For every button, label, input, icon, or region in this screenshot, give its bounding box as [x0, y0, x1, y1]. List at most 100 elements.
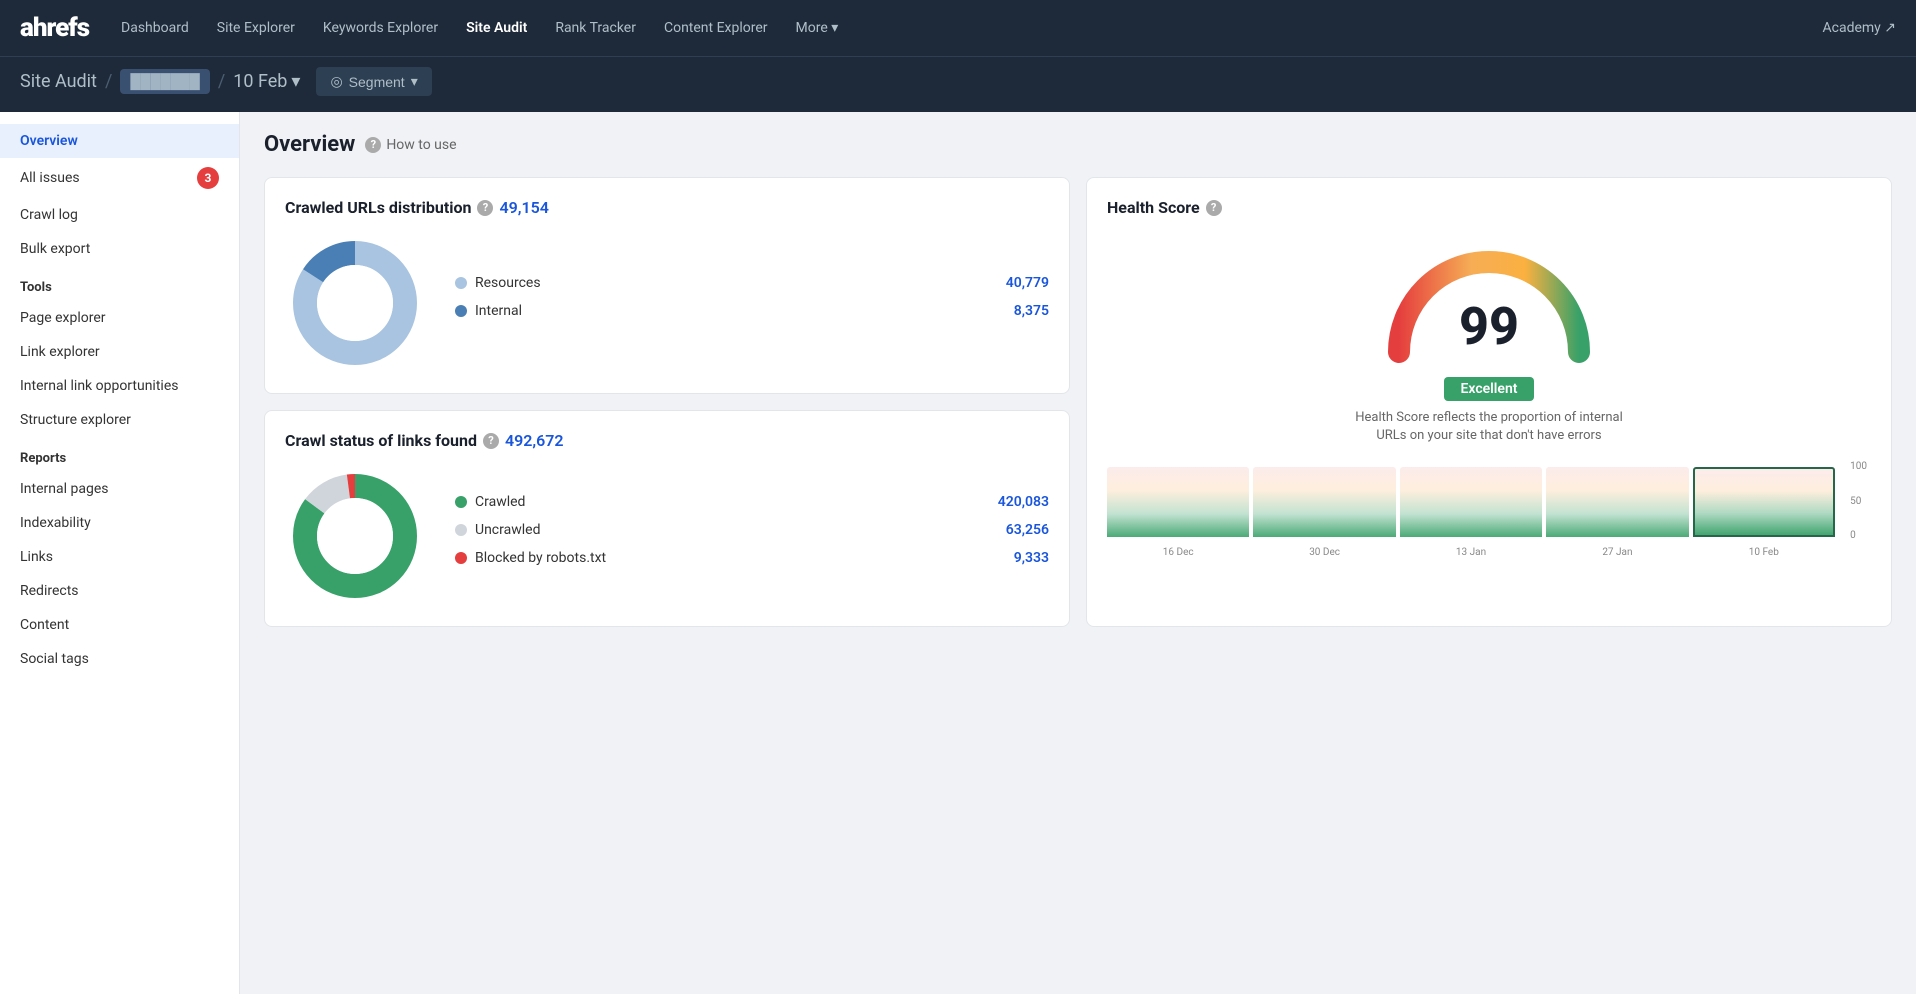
- breadcrumb-project[interactable]: ███████: [120, 69, 209, 94]
- internal-dot: [455, 305, 467, 317]
- bar-2: [1253, 467, 1395, 537]
- crawled-urls-legend: Resources 40,779 Internal 8,375: [455, 275, 1049, 331]
- blocked-value[interactable]: 9,333: [1014, 550, 1049, 566]
- crawled-urls-help-icon[interactable]: ?: [477, 200, 493, 216]
- bar-col-1: [1107, 461, 1249, 537]
- health-score-help-icon[interactable]: ?: [1206, 200, 1222, 216]
- left-column: Crawled URLs distribution ? 49,154: [264, 177, 1070, 627]
- sidebar-item-page-explorer[interactable]: Page explorer: [0, 301, 239, 335]
- sidebar-item-all-issues[interactable]: All issues 3: [0, 158, 239, 198]
- internal-value[interactable]: 8,375: [1014, 303, 1049, 319]
- bar-1: [1107, 467, 1249, 537]
- nav-site-audit[interactable]: Site Audit: [454, 12, 539, 44]
- crawled-label: Crawled: [475, 494, 525, 510]
- all-issues-badge: 3: [197, 167, 219, 189]
- sidebar-item-social-tags[interactable]: Social tags: [0, 642, 239, 676]
- sidebar-item-bulk-export[interactable]: Bulk export: [0, 232, 239, 266]
- crawled-urls-title: Crawled URLs distribution ? 49,154: [285, 198, 1049, 217]
- legend-internal: Internal 8,375: [455, 303, 1049, 319]
- health-gauge-wrapper: 99: [1379, 237, 1599, 367]
- how-to-use-label: How to use: [386, 137, 456, 153]
- crawled-urls-donut-chart: [285, 233, 425, 373]
- nav-keywords-explorer[interactable]: Keywords Explorer: [311, 12, 450, 44]
- sidebar-item-overview[interactable]: Overview: [0, 124, 239, 158]
- nav-rank-tracker[interactable]: Rank Tracker: [543, 12, 648, 44]
- blocked-dot: [455, 552, 467, 564]
- segment-label: Segment: [349, 74, 405, 90]
- crawl-status-card: Crawl status of links found ? 492,672: [264, 410, 1070, 627]
- bar-label-3: 13 Jan: [1400, 547, 1542, 558]
- logo-hrefs: hrefs: [33, 13, 89, 43]
- crawl-status-donut-container: Crawled 420,083 Uncrawled 63,256: [285, 466, 1049, 606]
- question-icon: ?: [365, 137, 381, 153]
- nav-more[interactable]: More ▾: [784, 12, 851, 44]
- legend-resources: Resources 40,779: [455, 275, 1049, 291]
- bar-chart-yaxis: 100 50 0: [1850, 461, 1867, 541]
- blocked-label: Blocked by robots.txt: [475, 550, 606, 566]
- health-score-title: Health Score ?: [1107, 198, 1222, 217]
- how-to-use[interactable]: ? How to use: [365, 137, 456, 153]
- crawl-status-help-icon[interactable]: ?: [483, 433, 499, 449]
- main-content: Overview ? How to use Crawled URLs distr…: [240, 112, 1916, 994]
- crawled-value[interactable]: 420,083: [998, 494, 1049, 510]
- nav-academy[interactable]: Academy ↗: [1823, 20, 1897, 36]
- sidebar-item-crawl-log[interactable]: Crawl log: [0, 198, 239, 232]
- uncrawled-value[interactable]: 63,256: [1006, 522, 1049, 538]
- health-score-card: Health Score ?: [1086, 177, 1892, 627]
- sidebar-item-structure-explorer[interactable]: Structure explorer: [0, 403, 239, 437]
- logo[interactable]: ahrefs: [20, 13, 89, 43]
- breadcrumb-site-audit: Site Audit: [20, 71, 97, 92]
- sidebar: Overview All issues 3 Crawl log Bulk exp…: [0, 112, 240, 994]
- cards-row: Crawled URLs distribution ? 49,154: [264, 177, 1892, 627]
- crawled-urls-total: 49,154: [499, 198, 548, 217]
- health-score-number: 99: [1459, 296, 1519, 357]
- main-layout: Overview All issues 3 Crawl log Bulk exp…: [0, 112, 1916, 994]
- sidebar-item-indexability[interactable]: Indexability: [0, 506, 239, 540]
- sidebar-item-content[interactable]: Content: [0, 608, 239, 642]
- resources-value[interactable]: 40,779: [1006, 275, 1049, 291]
- crawl-status-total: 492,672: [505, 431, 564, 450]
- sidebar-item-redirects[interactable]: Redirects: [0, 574, 239, 608]
- segment-button[interactable]: ◎ Segment ▾: [316, 67, 431, 96]
- legend-uncrawled: Uncrawled 63,256: [455, 522, 1049, 538]
- crawled-urls-card: Crawled URLs distribution ? 49,154: [264, 177, 1070, 394]
- bar-label-4: 27 Jan: [1546, 547, 1688, 558]
- top-navigation: ahrefs Dashboard Site Explorer Keywords …: [0, 0, 1916, 56]
- breadcrumb-sep2: /: [218, 71, 225, 92]
- nav-content-explorer[interactable]: Content Explorer: [652, 12, 780, 44]
- page-title: Overview: [264, 132, 355, 157]
- uncrawled-dot: [455, 524, 467, 536]
- health-bar-chart-wrapper: 100 50 0 16 Dec 30 Dec 13 Jan 27 Jan 10 …: [1107, 461, 1871, 558]
- logo-a: a: [20, 13, 33, 43]
- nav-dashboard[interactable]: Dashboard: [109, 12, 201, 44]
- page-title-row: Overview ? How to use: [264, 132, 1892, 157]
- bar-4: [1546, 467, 1688, 537]
- legend-crawled: Crawled 420,083: [455, 494, 1049, 510]
- all-issues-label: All issues: [20, 170, 80, 186]
- sidebar-item-link-explorer[interactable]: Link explorer: [0, 335, 239, 369]
- bar-col-3: [1400, 461, 1542, 537]
- resources-label: Resources: [475, 275, 541, 291]
- bar-col-4: [1546, 461, 1688, 537]
- health-bar-chart: 100 50 0: [1107, 461, 1835, 541]
- crawled-urls-donut-container: Resources 40,779 Internal 8,375: [285, 233, 1049, 373]
- crawl-status-legend: Crawled 420,083 Uncrawled 63,256: [455, 494, 1049, 578]
- uncrawled-label: Uncrawled: [475, 522, 540, 538]
- breadcrumb-bar: Site Audit / ███████ / 10 Feb ▾ ◎ Segmen…: [0, 56, 1916, 112]
- bar-label-5: 10 Feb: [1693, 547, 1835, 558]
- breadcrumb-date[interactable]: 10 Feb ▾: [233, 71, 300, 92]
- sidebar-item-internal-link-opportunities[interactable]: Internal link opportunities: [0, 369, 239, 403]
- bar-col-2: [1253, 461, 1395, 537]
- nav-site-explorer[interactable]: Site Explorer: [205, 12, 307, 44]
- internal-label: Internal: [475, 303, 522, 319]
- bar-chart-labels: 16 Dec 30 Dec 13 Jan 27 Jan 10 Feb: [1107, 547, 1835, 558]
- bar-label-2: 30 Dec: [1253, 547, 1395, 558]
- sidebar-item-internal-pages[interactable]: Internal pages: [0, 472, 239, 506]
- segment-arrow: ▾: [411, 73, 418, 90]
- health-score-badge: Excellent: [1444, 377, 1533, 401]
- sidebar-tools-title: Tools: [0, 266, 239, 301]
- bar-col-5: [1693, 461, 1835, 537]
- crawled-dot: [455, 496, 467, 508]
- health-score-description: Health Score reflects the proportion of …: [1349, 409, 1629, 445]
- sidebar-item-links[interactable]: Links: [0, 540, 239, 574]
